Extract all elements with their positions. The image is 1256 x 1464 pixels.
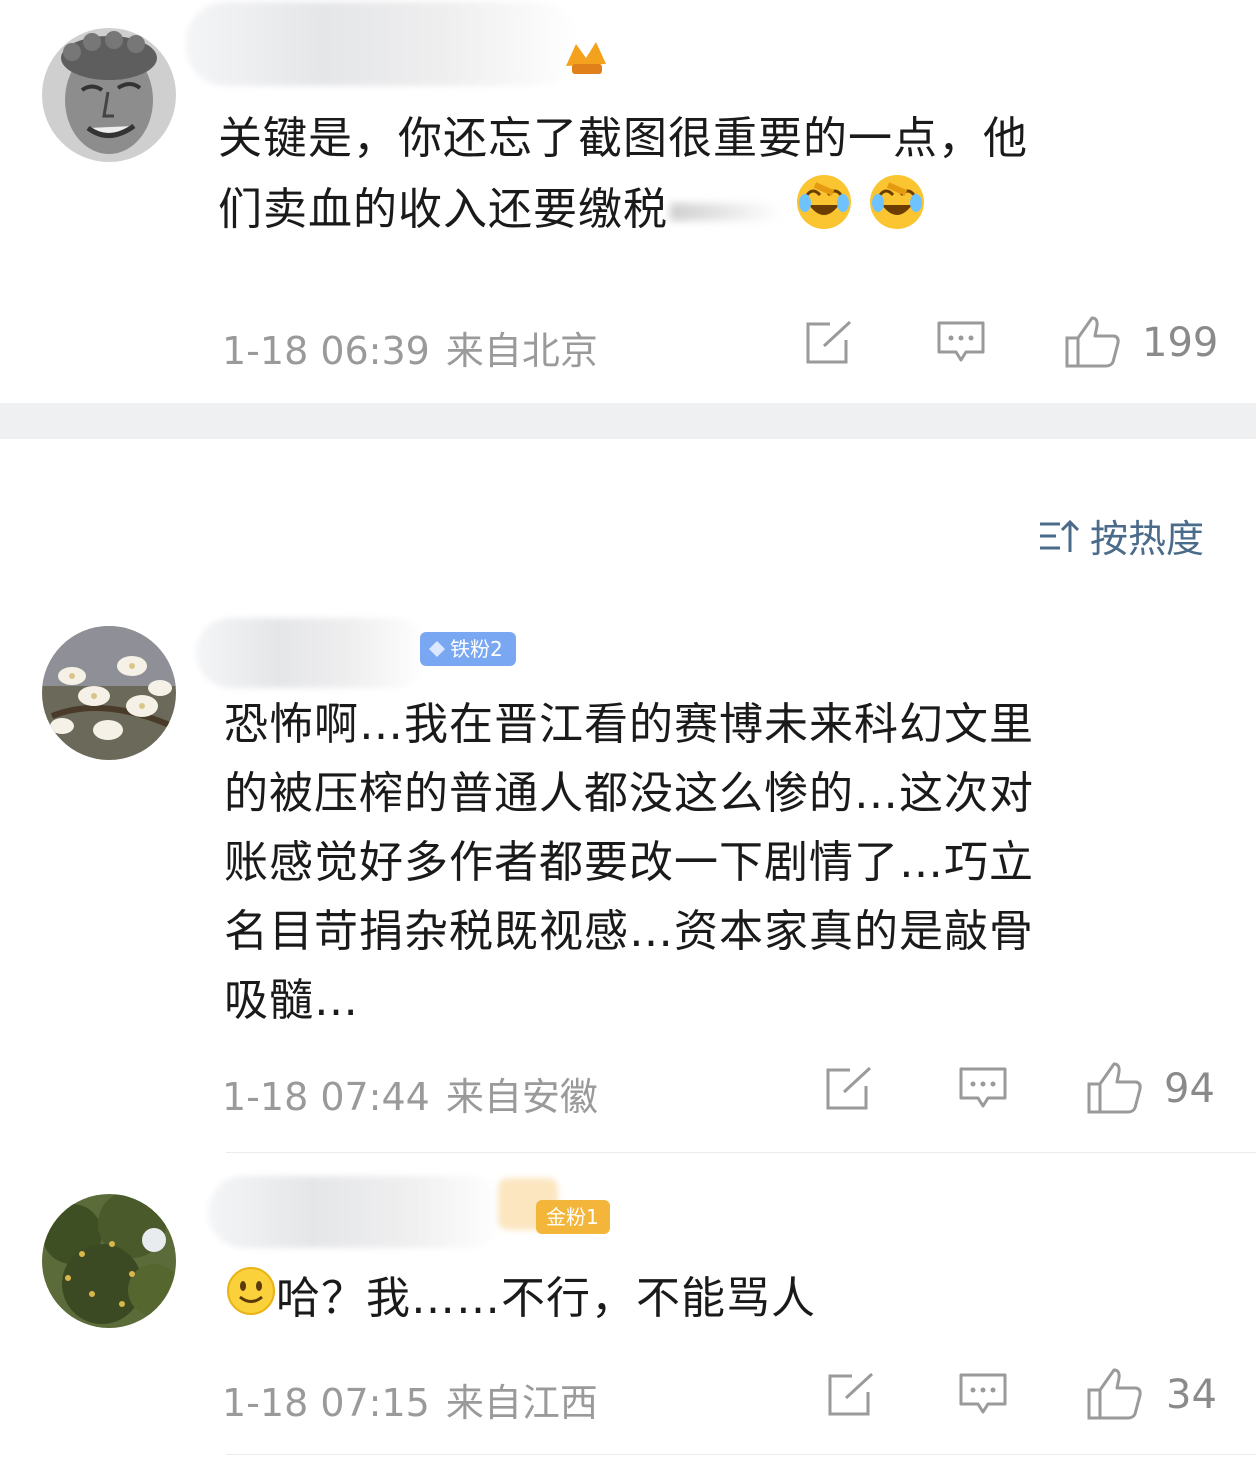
like-button[interactable] [1086,1060,1144,1120]
like-button[interactable] [1064,314,1122,374]
comment-time: 1-18 07:44 [222,1075,430,1119]
comment-location: 来自安徽 [445,1075,598,1119]
smile-icon [226,1266,276,1336]
sort-toggle-button[interactable]: 按热度 [1038,508,1204,563]
like-count: 34 [1166,1372,1217,1418]
laughing-crying-icon [868,173,926,251]
vip-badge-icon [562,36,610,80]
thumbs-up-icon [1087,1368,1142,1420]
comment-text-line: 关键是，你还忘了截图很重要的一点，他 [218,113,1028,164]
comment-location: 来自江西 [445,1381,598,1425]
fan-badge-label: 金粉1 [546,1205,599,1229]
username-blurred[interactable] [208,1176,504,1248]
comment-3: 金粉1 哈？我……不行，不能骂人 1-18 07:15 来自江西 34 [0,1160,1256,1464]
share-button[interactable] [826,1372,876,1422]
comment-meta: 1-18 07:44 来自安徽 [222,1066,598,1121]
thumbs-up-icon [1065,316,1120,368]
share-icon [828,1372,874,1416]
comment-meta: 1-18 07:15 来自江西 [222,1372,598,1427]
laughing-crying-icon [795,173,853,251]
comment-text-line: 的被压榨的普通人都没这么惨的…这次对 [224,768,1034,819]
like-count: 94 [1164,1066,1215,1112]
comment-meta: 1-18 06:39 来自北京 [222,320,598,375]
sort-icon [1039,519,1080,552]
tree-avatar-icon [42,1194,176,1328]
comment-2: 铁粉2 恐怖啊…我在晋江看的赛博未来科幻文里 的被压榨的普通人都没这么惨的…这次… [0,600,1256,1160]
share-button[interactable] [824,1066,874,1116]
comment-text-line: 们卖血的收入还要缴税 [218,173,1208,251]
like-count: 199 [1142,320,1219,366]
thumbs-up-icon [1087,1062,1142,1114]
like-button[interactable] [1086,1366,1144,1426]
reply-button[interactable] [958,1066,1008,1116]
avatar[interactable] [42,626,176,760]
comment-text: 恐怖啊…我在晋江看的赛博未来科幻文里 的被压榨的普通人都没这么惨的…这次对 账感… [224,690,1214,1035]
comment-text-line: 吸髓… [224,975,359,1026]
reply-button[interactable] [936,320,986,370]
comment-text: 哈？我……不行，不能骂人 [226,1264,816,1336]
statue-avatar-icon [42,28,176,162]
comment-time: 1-18 06:39 [222,329,430,373]
comment-text-line: 账感觉好多作者都要改一下剧情了…巧立 [224,837,1034,888]
comment-text: 关键是，你还忘了截图很重要的一点，他 们卖血的收入还要缴税 [218,104,1208,251]
comment-text-line: 恐怖啊…我在晋江看的赛博未来科幻文里 [224,699,1034,750]
comment-text-line: 哈？我……不行，不能骂人 [276,1273,816,1324]
fan-badge: 金粉1 [536,1200,610,1234]
section-divider [0,403,1256,439]
fan-badge-label: 铁粉2 [450,637,503,661]
comment-icon [959,1373,1007,1414]
flower-avatar-icon [42,626,176,760]
comment-1: 关键是，你还忘了截图很重要的一点，他 们卖血的收入还要缴税 1-18 06:39… [0,0,1256,403]
divider [226,1454,1256,1455]
username-blurred[interactable] [186,2,578,86]
share-button[interactable] [804,320,854,370]
sort-label: 按热度 [1089,517,1204,561]
comment-text-line: 名目苛捐杂税既视感…资本家真的是敲骨 [224,906,1034,957]
comment-icon [959,1067,1007,1108]
avatar[interactable] [42,1194,176,1328]
diamond-icon [429,641,445,657]
share-icon [806,320,852,364]
text-blur [670,203,780,221]
username-blurred[interactable] [196,618,428,688]
avatar[interactable] [42,28,176,162]
share-icon [826,1066,872,1110]
comment-location: 来自北京 [445,329,598,373]
comment-icon [937,321,985,362]
comment-time: 1-18 07:15 [222,1381,430,1425]
fan-badge: 铁粉2 [420,632,516,666]
reply-button[interactable] [958,1372,1008,1422]
comment-text-span: 们卖血的收入还要缴税 [218,184,668,235]
divider [226,1152,1256,1153]
